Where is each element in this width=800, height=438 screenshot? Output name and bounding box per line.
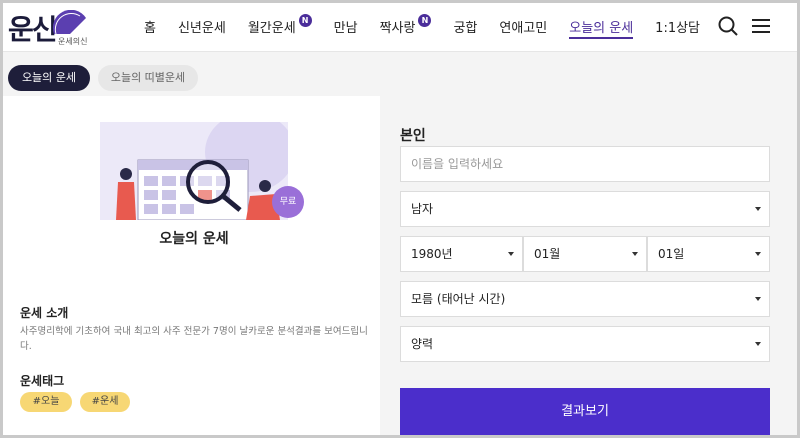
year-value: 1980년 xyxy=(411,247,453,261)
nav-item-monthly[interactable]: 월간운세 N xyxy=(247,14,312,39)
month-value: 01월 xyxy=(534,247,561,261)
nav-label: 연애고민 xyxy=(499,21,548,36)
tab-today-fortune[interactable]: 오늘의 운세 xyxy=(8,65,90,91)
intro-title: 운세 소개 xyxy=(20,306,69,320)
birth-time-select[interactable]: 모름 (태어난 시간) xyxy=(400,281,770,317)
nav-label: 월간운세 xyxy=(247,21,296,36)
main-nav: 홈 신년운세 월간운세 N 만남 짝사랑 N 궁합 연애고민 오늘의 운세 1:1상… xyxy=(144,14,722,39)
nav-item-love-advice[interactable]: 연애고민 xyxy=(499,17,547,39)
result-button[interactable]: 결과보기 xyxy=(400,388,770,436)
nav-item-home[interactable]: 홈 xyxy=(144,17,156,39)
chevron-down-icon xyxy=(632,252,638,256)
intro-text: 사주명리학에 기초하여 국내 최고의 사주 전문가 7명이 날카로운 분석결과를… xyxy=(20,326,368,352)
gender-select[interactable]: 남자 xyxy=(400,191,770,227)
chevron-down-icon xyxy=(755,252,761,256)
calendar-type-select[interactable]: 양력 xyxy=(400,326,770,362)
month-select[interactable]: 01월 xyxy=(523,236,647,272)
tags-title: 운세태그 xyxy=(20,374,65,388)
logo-text: 운신 xyxy=(8,13,58,46)
nav-item-crush[interactable]: 짝사랑 N xyxy=(379,14,432,39)
tag-today[interactable]: #오늘 xyxy=(20,392,72,412)
chevron-down-icon xyxy=(755,342,761,346)
chevron-down-icon xyxy=(755,297,761,301)
nav-item-new-year[interactable]: 신년운세 xyxy=(178,17,226,39)
nav-label: 궁합 xyxy=(453,21,478,36)
free-badge: 무료 xyxy=(272,186,304,218)
tag-fortune[interactable]: #운세 xyxy=(80,392,130,412)
nav-label: 오늘의 운세 xyxy=(569,21,634,36)
year-select[interactable]: 1980년 xyxy=(400,236,523,272)
chevron-down-icon xyxy=(755,207,761,211)
nav-item-meeting[interactable]: 만남 xyxy=(334,17,358,39)
nav-item-consult[interactable]: 1:1상담 xyxy=(655,17,700,39)
nav-label: 홈 xyxy=(144,21,156,36)
logo[interactable]: 운신 운세의신 xyxy=(8,8,88,48)
header: 운신 운세의신 홈 신년운세 월간운세 N 만남 짝사랑 N 궁합 연애고민 오늘의… xyxy=(0,0,800,52)
new-badge: N xyxy=(418,14,432,27)
day-value: 01일 xyxy=(658,247,685,261)
gender-value: 남자 xyxy=(411,202,434,216)
nav-item-compatibility[interactable]: 궁합 xyxy=(453,17,477,39)
nav-label: 짝사랑 xyxy=(379,21,416,36)
form-title: 본인 xyxy=(400,128,426,144)
name-input[interactable]: 이름을 입력하세요 xyxy=(400,146,770,182)
sub-tab-bar: 오늘의 운세 오늘의 띠별운세 xyxy=(0,52,800,96)
nav-item-today-fortune[interactable]: 오늘의 운세 xyxy=(569,17,634,39)
new-badge: N xyxy=(298,14,312,27)
birth-time-value: 모름 (태어난 시간) xyxy=(411,292,506,306)
nav-label: 1:1상담 xyxy=(655,21,701,36)
chevron-down-icon xyxy=(508,252,514,256)
menu-icon[interactable] xyxy=(750,15,772,37)
calendar-type-value: 양력 xyxy=(411,337,434,351)
logo-subtitle: 운세의신 xyxy=(58,37,88,46)
card-title: 오늘의 운세 xyxy=(159,231,229,247)
tab-zodiac-fortune[interactable]: 오늘의 띠별운세 xyxy=(98,65,198,91)
search-icon[interactable] xyxy=(717,15,739,37)
day-select[interactable]: 01일 xyxy=(647,236,770,272)
nav-label: 신년운세 xyxy=(177,21,226,36)
fortune-illustration xyxy=(100,122,288,220)
calendar-illustration-icon xyxy=(116,122,288,220)
nav-label: 만남 xyxy=(333,21,358,36)
fan-icon xyxy=(52,10,86,35)
